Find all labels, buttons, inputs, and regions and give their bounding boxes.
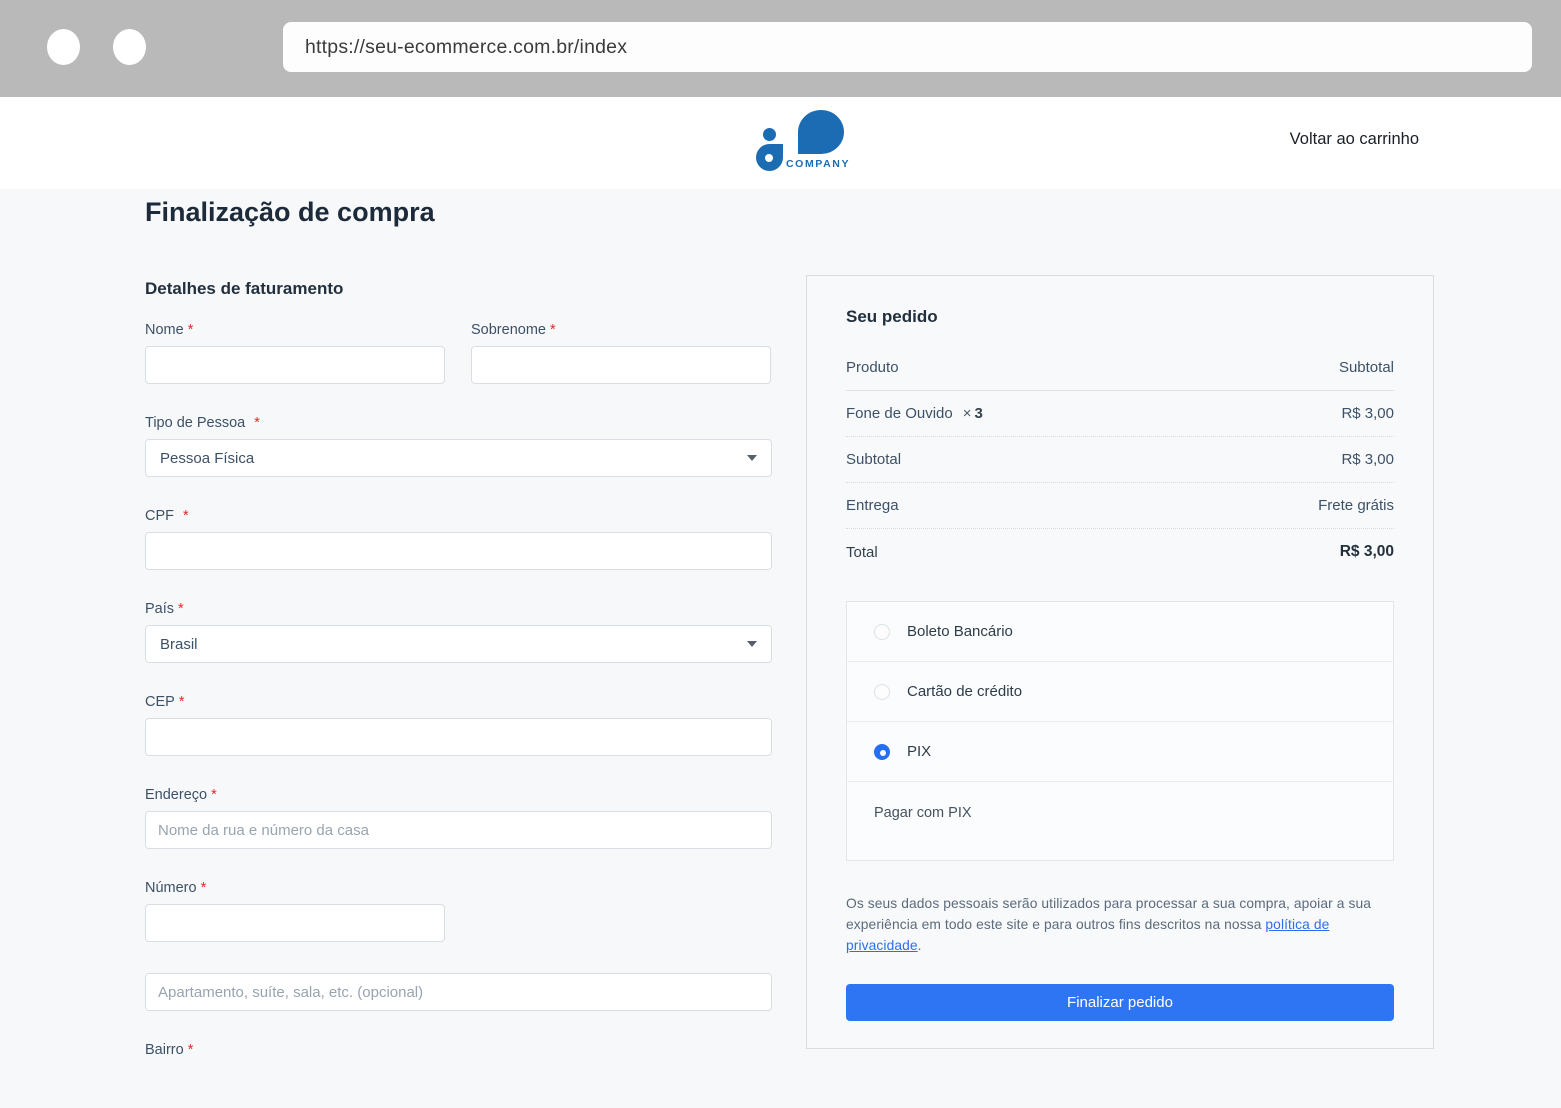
chevron-down-icon: [747, 641, 757, 647]
payment-methods-box: Boleto Bancário Cartão de crédito PIX Pa…: [846, 601, 1394, 861]
order-summary-panel: Seu pedido Produto Subtotal Fone de Ouvi…: [806, 275, 1434, 1049]
cep-input[interactable]: [145, 718, 772, 756]
url-text: https://seu-ecommerce.com.br/index: [305, 36, 627, 59]
privacy-notice: Os seus dados pessoais serão utilizados …: [846, 894, 1394, 957]
payment-option-boleto[interactable]: Boleto Bancário: [847, 602, 1393, 662]
payment-option-credit-card[interactable]: Cartão de crédito: [847, 662, 1393, 722]
order-title: Seu pedido: [846, 307, 1394, 327]
number-label: Número*: [145, 880, 772, 896]
cpf-input[interactable]: [145, 532, 772, 570]
total-label: Total: [846, 544, 878, 561]
order-table-header: Produto Subtotal: [846, 351, 1394, 391]
last-name-label: Sobrenome*: [471, 322, 771, 338]
cpf-label: CPF*: [145, 508, 772, 524]
order-total-row: Total R$ 3,00: [846, 529, 1394, 575]
browser-toolbar: https://seu-ecommerce.com.br/index: [0, 0, 1561, 97]
address-input[interactable]: [145, 811, 772, 849]
checkout-page: Finalização de compra Detalhes de fatura…: [0, 189, 1561, 1066]
product-column-header: Produto: [846, 359, 899, 376]
total-value: R$ 3,00: [1340, 543, 1394, 561]
subtotal-label: Subtotal: [846, 451, 901, 468]
number-input[interactable]: [145, 904, 445, 942]
order-subtotal-row: Subtotal R$ 3,00: [846, 437, 1394, 483]
browser-nav-button[interactable]: [47, 29, 80, 65]
last-name-input[interactable]: [471, 346, 771, 384]
site-header: COMPANY Voltar ao carrinho: [0, 97, 1561, 189]
address-label: Endereço*: [145, 787, 772, 803]
country-select[interactable]: Brasil: [145, 625, 772, 663]
billing-form: Detalhes de faturamento Nome* Sobrenome*…: [145, 275, 772, 1066]
place-order-button[interactable]: Finalizar pedido: [846, 984, 1394, 1021]
first-name-label: Nome*: [145, 322, 445, 338]
pix-payment-note: Pagar com PIX: [847, 782, 1393, 860]
address-bar[interactable]: https://seu-ecommerce.com.br/index: [283, 22, 1532, 72]
order-item-name: Fone de Ouvido×3: [846, 405, 983, 422]
subtotal-column-header: Subtotal: [1339, 359, 1394, 376]
address-complement-input[interactable]: [145, 973, 772, 1011]
radio-button[interactable]: [874, 744, 890, 760]
back-to-cart-link[interactable]: Voltar ao carrinho: [1290, 130, 1419, 149]
district-label: Bairro*: [145, 1042, 772, 1058]
order-shipping-row: Entrega Frete grátis: [846, 483, 1394, 529]
logo-text: COMPANY: [786, 158, 850, 170]
payment-option-pix[interactable]: PIX: [847, 722, 1393, 782]
radio-button[interactable]: [874, 684, 890, 700]
page-title: Finalização de compra: [145, 197, 1561, 228]
chevron-down-icon: [747, 455, 757, 461]
first-name-input[interactable]: [145, 346, 445, 384]
logo-dot-icon: [763, 128, 776, 141]
logo-droplet-icon: [756, 144, 783, 171]
company-logo[interactable]: COMPANY: [755, 110, 850, 176]
order-item-row: Fone de Ouvido×3 R$ 3,00: [846, 391, 1394, 437]
country-label: País*: [145, 601, 772, 617]
shipping-value: Frete grátis: [1318, 497, 1394, 514]
cep-label: CEP*: [145, 694, 772, 710]
radio-button[interactable]: [874, 624, 890, 640]
shipping-label: Entrega: [846, 497, 899, 514]
person-type-label: Tipo de Pessoa*: [145, 415, 772, 431]
billing-section-title: Detalhes de faturamento: [145, 279, 772, 299]
person-type-select[interactable]: Pessoa Física: [145, 439, 772, 477]
browser-nav-button[interactable]: [113, 29, 146, 65]
order-item-price: R$ 3,00: [1341, 405, 1394, 422]
logo-drop-icon: [798, 110, 844, 154]
subtotal-value: R$ 3,00: [1341, 451, 1394, 468]
